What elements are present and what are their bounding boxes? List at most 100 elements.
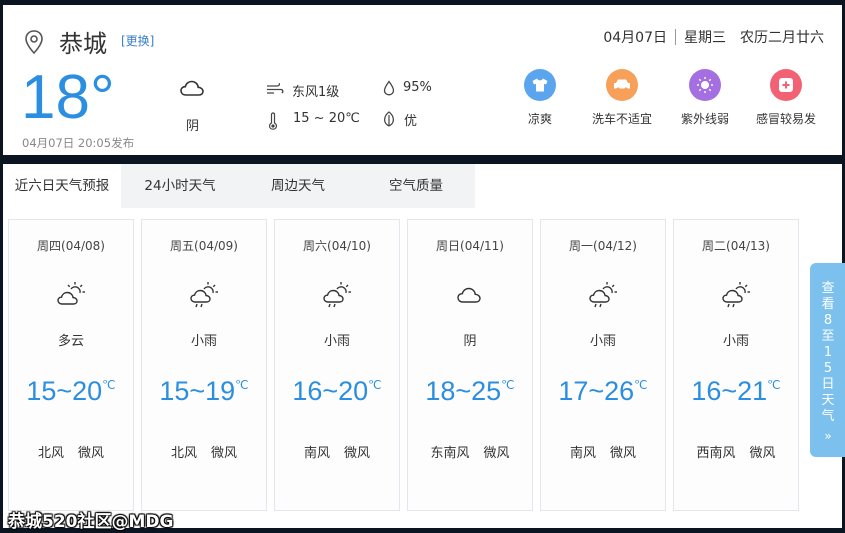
forecast-temp: 15~20℃ <box>9 376 133 407</box>
life-index-label: 感冒较易发 <box>755 112 816 126</box>
air-quality-value: 优 <box>404 114 418 129</box>
forecast-temp: 16~20℃ <box>275 376 399 407</box>
forecast-condition: 阴 <box>463 334 477 349</box>
current-weekday: 星期三 <box>684 30 726 46</box>
wind-level: 微风 <box>483 446 510 461</box>
light-rain-icon <box>589 282 617 308</box>
thermometer-icon <box>268 112 278 130</box>
current-condition: 阴 <box>186 119 200 134</box>
tab-24-hour[interactable]: 24小时天气 <box>121 164 239 208</box>
light-rain-icon <box>722 282 750 308</box>
forecast-temp-value: 15~19 <box>159 376 236 406</box>
car-icon <box>606 69 638 101</box>
humidity-drop-icon <box>383 80 395 96</box>
wind-direction: 北风 <box>37 446 64 461</box>
wind-direction: 东南风 <box>430 446 470 461</box>
forecast-temp: 17~26℃ <box>541 376 665 407</box>
cloud-icon <box>457 287 481 303</box>
life-index-cold[interactable]: 感冒较易发 <box>753 69 819 127</box>
forecast-temp: 16~21℃ <box>674 376 798 407</box>
forecast-condition: 小雨 <box>323 334 350 349</box>
sun-icon <box>689 69 721 101</box>
forecast-day-card[interactable]: 周一(04/12) 小雨 17~26℃ 南风 微风 <box>540 219 666 511</box>
forecast-day-name: 周日(04/11) <box>436 239 504 253</box>
forecast-wind: 西南风 微风 <box>674 442 798 461</box>
forecast-temp-value: 16~20 <box>292 376 369 406</box>
wind-level: 微风 <box>610 446 637 461</box>
forecast-temp-value: 17~26 <box>558 376 635 406</box>
leaf-icon <box>384 111 394 127</box>
forecast-temp-value: 18~25 <box>425 376 502 406</box>
current-temperature: 18° <box>21 63 115 132</box>
forecast-tabs: 近六日天气预报 24小时天气 周边天气 空气质量 <box>3 164 842 208</box>
forecast-day-card[interactable]: 周日(04/11) 阴 18~25℃ 东南风 微风 <box>407 219 533 511</box>
wind-level: 微风 <box>344 446 371 461</box>
forecast-wind: 北风 微风 <box>9 442 133 461</box>
view-8-15-day-button[interactable]: 查看8至15日天气 » <box>810 263 845 457</box>
wind-direction: 西南风 <box>696 446 736 461</box>
wind-icon <box>267 82 284 94</box>
tab-nearby[interactable]: 周边天气 <box>239 164 357 208</box>
forecast-day-card[interactable]: 周五(04/09) 小雨 15~19℃ 北风 微风 <box>141 219 267 511</box>
wind-level: 微风 <box>78 446 105 461</box>
publish-time: 04月07日 20:05发布 <box>22 136 135 150</box>
change-city-link[interactable]: [更换] <box>121 32 154 49</box>
forecast-day-card[interactable]: 周六(04/10) 小雨 16~20℃ 南风 微风 <box>274 219 400 511</box>
tab-air-quality[interactable]: 空气质量 <box>357 164 475 208</box>
wind-direction: 南风 <box>303 446 330 461</box>
forecast-day-name: 周一(04/12) <box>569 239 637 253</box>
medical-icon <box>770 69 802 101</box>
forecast-condition: 小雨 <box>190 334 217 349</box>
forecast-day-name: 周四(04/08) <box>37 239 105 253</box>
more-button-label: 查看8至15日天气 <box>821 281 835 424</box>
temp-unit: ℃ <box>767 378 781 392</box>
wind-direction: 南风 <box>569 446 596 461</box>
date-info: 04月07日 星期三 农历二月廿六 <box>603 27 824 47</box>
cloud-icon <box>180 80 204 96</box>
tab-six-day-forecast[interactable]: 近六日天气预报 <box>3 164 121 208</box>
forecast-day-name: 周二(04/13) <box>702 239 770 253</box>
wind-direction: 北风 <box>170 446 197 461</box>
forecast-temp: 15~19℃ <box>142 376 266 407</box>
temp-range: 15 ~ 20℃ <box>293 111 360 126</box>
partly-cloudy-icon <box>57 282 85 305</box>
forecast-day-card[interactable]: 周二(04/13) 小雨 16~21℃ 西南风 微风 <box>673 219 799 511</box>
forecast-temp-value: 15~20 <box>26 376 103 406</box>
chevron-double-right-icon: » <box>824 429 832 443</box>
forecast-day-card[interactable]: 周四(04/08) 多云 15~20℃ 北风 微风 <box>8 219 134 511</box>
life-index-uv[interactable]: 紫外线弱 <box>675 69 735 127</box>
temp-unit: ℃ <box>501 378 515 392</box>
forecast-temp: 18~25℃ <box>408 376 532 407</box>
wind-level: 微风 <box>211 446 238 461</box>
current-date: 04月07日 <box>603 30 667 46</box>
forecast-condition: 小雨 <box>589 334 616 349</box>
forecast-day-name: 周六(04/10) <box>303 239 371 253</box>
forecast-day-name: 周五(04/09) <box>170 239 238 253</box>
life-index-carwash[interactable]: 洗车不适宜 <box>587 69 657 127</box>
wind-level: 微风 <box>749 446 776 461</box>
light-rain-icon <box>190 282 218 308</box>
forecast-wind: 北风 微风 <box>142 442 266 461</box>
clothing-icon <box>524 69 556 101</box>
divider <box>675 29 676 45</box>
light-rain-icon <box>323 282 351 308</box>
temp-unit: ℃ <box>102 378 116 392</box>
humidity-value: 95% <box>403 80 432 95</box>
current-weather-panel: 恭城 [更换] 04月07日 星期三 农历二月廿六 18° 04月07日 20:… <box>3 5 842 155</box>
forecast-panel: 近六日天气预报 24小时天气 周边天气 空气质量 周四(04/08) 多云 15… <box>3 164 845 528</box>
life-index-clothing[interactable]: 凉爽 <box>520 69 560 127</box>
forecast-condition: 多云 <box>57 334 84 349</box>
wind-value: 东风1级 <box>292 85 340 100</box>
watermark: 恭城520社区@MDG <box>8 512 174 532</box>
life-index-label: 紫外线弱 <box>680 112 729 126</box>
city-name: 恭城 <box>59 30 107 58</box>
life-index-label: 洗车不适宜 <box>591 112 652 126</box>
forecast-temp-value: 16~21 <box>691 376 768 406</box>
lunar-date: 农历二月廿六 <box>740 30 824 46</box>
forecast-wind: 东南风 微风 <box>408 442 532 461</box>
forecast-condition: 小雨 <box>722 334 749 349</box>
temp-unit: ℃ <box>634 378 648 392</box>
location-pin-icon <box>25 30 43 55</box>
temp-unit: ℃ <box>368 378 382 392</box>
forecast-wind: 南风 微风 <box>275 442 399 461</box>
